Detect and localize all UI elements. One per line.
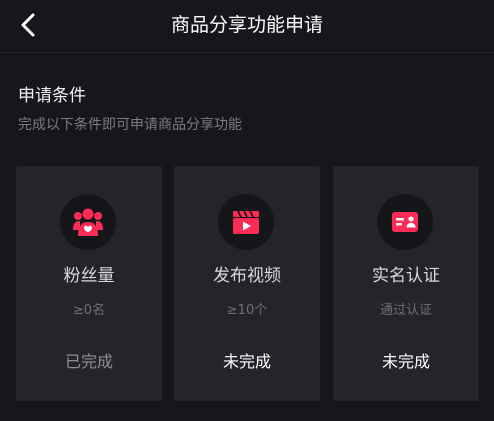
condition-requirement: ≥10个 (226, 303, 268, 318)
followers-icon (73, 208, 103, 236)
page-title: 商品分享功能申请 (170, 14, 323, 36)
condition-card-followers[interactable]: 粉丝量 ≥0名 已完成 (16, 166, 162, 401)
condition-requirement: ≥0名 (72, 303, 106, 318)
header-bar: 商品分享功能申请 (0, 0, 494, 53)
condition-status: 未完成 (222, 352, 271, 371)
condition-label: 实名认证 (372, 266, 440, 286)
section-title: 申请条件 (18, 86, 86, 106)
condition-status: 未完成 (381, 352, 430, 371)
condition-card-videos[interactable]: 发布视频 ≥10个 未完成 (174, 166, 320, 401)
section-subtitle: 完成以下条件即可申请商品分享功能 (18, 117, 242, 133)
condition-requirement: 通过认证 (379, 303, 432, 318)
condition-status: 已完成 (64, 352, 113, 371)
id-card-icon-badge (377, 194, 433, 250)
video-icon (233, 210, 259, 234)
condition-card-verification[interactable]: 实名认证 通过认证 未完成 (333, 166, 479, 401)
condition-label: 发布视频 (213, 266, 281, 286)
video-icon-badge (218, 194, 274, 250)
id-card-icon (392, 212, 418, 232)
followers-icon-badge (60, 194, 116, 250)
condition-label: 粉丝量 (63, 266, 115, 286)
